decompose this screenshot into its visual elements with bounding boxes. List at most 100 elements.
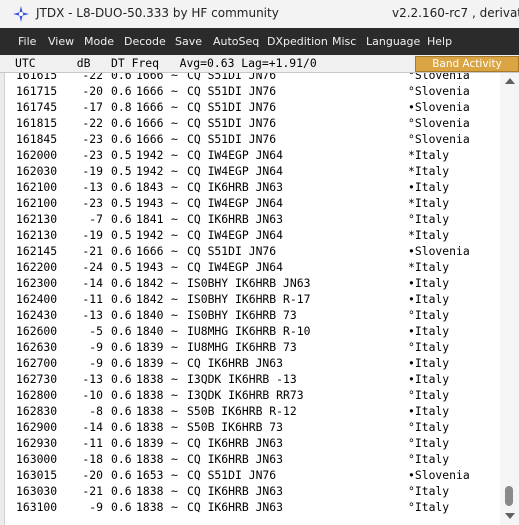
- decode-message: CQ IK6HRB JN63: [187, 484, 284, 498]
- decode-country: *Italy: [408, 228, 450, 242]
- decode-dt: 0.5: [111, 164, 132, 178]
- decode-utc: 162430: [16, 308, 58, 322]
- ft8-mode-marker: ~: [171, 308, 178, 322]
- ft8-mode-marker: ~: [171, 132, 178, 146]
- decode-db: -9: [89, 500, 103, 514]
- decode-message: IU8MHG IK6HRB R-10: [187, 324, 311, 338]
- decode-db: -19: [82, 164, 103, 178]
- decode-dt: 0.6: [111, 388, 132, 402]
- decode-db: -22: [82, 73, 103, 82]
- ft8-mode-marker: ~: [171, 196, 178, 210]
- decode-country: °Italy: [408, 500, 450, 514]
- decode-freq: 1838: [136, 404, 164, 418]
- band-activity-button[interactable]: Band Activity: [415, 56, 519, 72]
- decode-dt: 0.6: [111, 308, 132, 322]
- decode-freq: 1839: [136, 436, 164, 450]
- decode-utc: 162300: [16, 276, 58, 290]
- decode-freq: 1666: [136, 84, 164, 98]
- decode-db: -11: [82, 292, 103, 306]
- ft8-mode-marker: ~: [171, 100, 178, 114]
- menu-file[interactable]: File: [18, 35, 36, 48]
- decode-message: S50B IK6HRB 73: [187, 420, 284, 434]
- decode-message: CQ IK6HRB JN63: [187, 212, 284, 226]
- decode-freq: 1666: [136, 132, 164, 146]
- decode-country: •Italy: [408, 372, 450, 386]
- ft8-mode-marker: ~: [171, 228, 178, 242]
- decode-freq: 1666: [136, 244, 164, 258]
- decode-dt: 0.5: [111, 148, 132, 162]
- ft8-mode-marker: ~: [171, 244, 178, 258]
- decode-utc: 162600: [16, 324, 58, 338]
- vertical-scrollbar[interactable]: [500, 73, 519, 525]
- ft8-mode-marker: ~: [171, 436, 178, 450]
- decode-db: -10: [82, 388, 103, 402]
- decode-dt: 0.5: [111, 228, 132, 242]
- decode-country: *Italy: [408, 260, 450, 274]
- decode-country: *Italy: [408, 164, 450, 178]
- decode-db: -8: [89, 404, 103, 418]
- decode-freq: 1666: [136, 100, 164, 114]
- ft8-mode-marker: ~: [171, 356, 178, 370]
- menu-mode[interactable]: Mode: [84, 35, 114, 48]
- decode-utc: 162200: [16, 260, 58, 274]
- decode-db: -13: [82, 308, 103, 322]
- ft8-mode-marker: ~: [171, 452, 178, 466]
- decode-message: IS0BHY IK6HRB 73: [187, 308, 297, 322]
- menu-autoseq[interactable]: AutoSeq: [213, 35, 259, 48]
- decode-db: -17: [82, 100, 103, 114]
- decode-freq: 1838: [136, 372, 164, 386]
- menu-bar: File View Mode Decode Save AutoSeq DXped…: [0, 28, 519, 55]
- decode-list[interactable]: 161615 -22 0.6 1666 CQ S51DI JN76 °Slovenia ~1…: [5, 73, 519, 525]
- decode-utc: 162900: [16, 420, 58, 434]
- decode-message: CQ S51DI JN76: [187, 100, 277, 114]
- decode-freq: 1653: [136, 468, 164, 482]
- decode-db: -14: [82, 420, 103, 434]
- decode-utc: 162130: [16, 228, 58, 242]
- window-title: JTDX - L8-DUO-50.333 by HF community: [36, 6, 279, 20]
- decode-country: •Italy: [408, 292, 450, 306]
- decode-dt: 0.5: [111, 196, 132, 210]
- menu-language[interactable]: Language: [366, 35, 420, 48]
- decode-utc: 162730: [16, 372, 58, 386]
- menu-view[interactable]: View: [48, 35, 74, 48]
- menu-save[interactable]: Save: [175, 35, 202, 48]
- menu-dxpedition[interactable]: DXpedition: [267, 35, 328, 48]
- decode-freq: 1842: [136, 276, 164, 290]
- decode-utc: 162700: [16, 356, 58, 370]
- decode-utc: 161815: [16, 116, 58, 130]
- decode-freq: 1840: [136, 308, 164, 322]
- decode-freq: 1840: [136, 324, 164, 338]
- decode-utc: 162030: [16, 164, 58, 178]
- decode-country: *Italy: [408, 148, 450, 162]
- menu-help[interactable]: Help: [427, 35, 452, 48]
- decode-message: CQ S51DI JN76: [187, 73, 277, 82]
- decode-db: -11: [82, 436, 103, 450]
- decode-utc: 162130: [16, 212, 58, 226]
- ft8-mode-marker: ~: [171, 148, 178, 162]
- decode-db: -14: [82, 276, 103, 290]
- ft8-mode-marker: ~: [171, 500, 178, 514]
- ft8-mode-marker: ~: [171, 484, 178, 498]
- decode-freq: 1943: [136, 260, 164, 274]
- decode-db: -9: [89, 340, 103, 354]
- scroll-up-arrow-icon[interactable]: [505, 78, 515, 84]
- decode-db: -23: [82, 196, 103, 210]
- decode-utc: 162145: [16, 244, 58, 258]
- ft8-mode-marker: ~: [171, 276, 178, 290]
- decode-message: CQ S51DI JN76: [187, 468, 277, 482]
- scrollbar-thumb[interactable]: [505, 486, 513, 506]
- decode-country: *Italy: [408, 196, 450, 210]
- decode-country: •Italy: [408, 180, 450, 194]
- ft8-mode-marker: ~: [171, 116, 178, 130]
- menu-misc[interactable]: Misc: [332, 35, 356, 48]
- decode-freq: 1942: [136, 228, 164, 242]
- decode-message: CQ S51DI JN76: [187, 244, 277, 258]
- scroll-down-arrow-icon[interactable]: [505, 513, 515, 519]
- decode-country: °Slovenia: [408, 73, 470, 82]
- jtdx-logo-icon: [13, 6, 29, 22]
- decode-db: -13: [82, 372, 103, 386]
- decode-dt: 0.8: [111, 100, 132, 114]
- decode-utc: 162800: [16, 388, 58, 402]
- menu-decode[interactable]: Decode: [124, 35, 166, 48]
- ft8-mode-marker: ~: [171, 180, 178, 194]
